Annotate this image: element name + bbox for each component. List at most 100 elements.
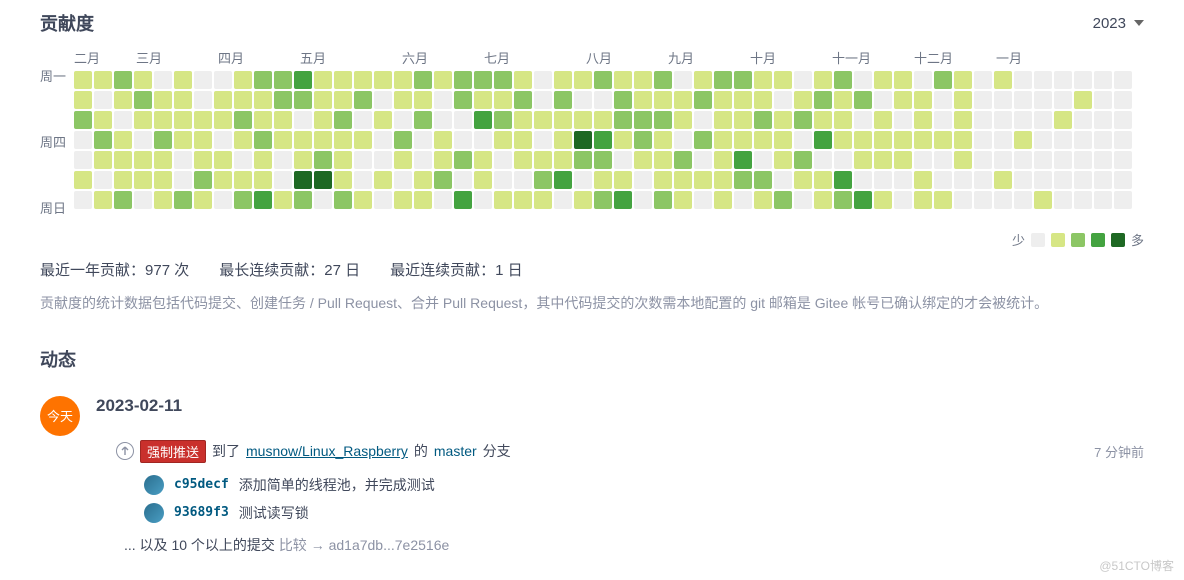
contribution-cell[interactable] <box>1034 171 1052 189</box>
contribution-cell[interactable] <box>534 71 552 89</box>
contribution-cell[interactable] <box>814 71 832 89</box>
contribution-cell[interactable] <box>694 111 712 129</box>
contribution-cell[interactable] <box>714 71 732 89</box>
contribution-cell[interactable] <box>1054 131 1072 149</box>
contribution-cell[interactable] <box>314 131 332 149</box>
contribution-cell[interactable] <box>354 111 372 129</box>
contribution-cell[interactable] <box>1054 111 1072 129</box>
contribution-cell[interactable] <box>794 191 812 209</box>
contribution-cell[interactable] <box>854 71 872 89</box>
contribution-cell[interactable] <box>414 71 432 89</box>
contribution-cell[interactable] <box>314 71 332 89</box>
contribution-cell[interactable] <box>1014 151 1032 169</box>
contribution-cell[interactable] <box>934 171 952 189</box>
contribution-cell[interactable] <box>134 71 152 89</box>
contribution-cell[interactable] <box>94 111 112 129</box>
contribution-cell[interactable] <box>174 71 192 89</box>
contribution-cell[interactable] <box>834 191 852 209</box>
contribution-cell[interactable] <box>294 111 312 129</box>
contribution-cell[interactable] <box>254 191 272 209</box>
year-selector[interactable]: 2023 <box>1093 15 1144 32</box>
contribution-cell[interactable] <box>1094 171 1112 189</box>
contribution-cell[interactable] <box>814 111 832 129</box>
contribution-cell[interactable] <box>514 131 532 149</box>
contribution-cell[interactable] <box>154 151 172 169</box>
contribution-cell[interactable] <box>874 191 892 209</box>
contribution-cell[interactable] <box>274 131 292 149</box>
contribution-cell[interactable] <box>1094 91 1112 109</box>
contribution-cell[interactable] <box>74 191 92 209</box>
contribution-cell[interactable] <box>154 131 172 149</box>
contribution-cell[interactable] <box>194 131 212 149</box>
contribution-cell[interactable] <box>794 151 812 169</box>
contribution-cell[interactable] <box>354 91 372 109</box>
contribution-cell[interactable] <box>334 71 352 89</box>
contribution-cell[interactable] <box>634 191 652 209</box>
contribution-cell[interactable] <box>754 171 772 189</box>
contribution-cell[interactable] <box>994 71 1012 89</box>
contribution-cell[interactable] <box>294 71 312 89</box>
contribution-cell[interactable] <box>474 171 492 189</box>
contribution-cell[interactable] <box>574 151 592 169</box>
contribution-cell[interactable] <box>534 131 552 149</box>
contribution-cell[interactable] <box>494 71 512 89</box>
contribution-cell[interactable] <box>294 131 312 149</box>
contribution-cell[interactable] <box>194 171 212 189</box>
commit-hash[interactable]: c95decf <box>174 477 229 492</box>
contribution-cell[interactable] <box>974 71 992 89</box>
contribution-cell[interactable] <box>394 191 412 209</box>
contribution-cell[interactable] <box>554 91 572 109</box>
contribution-cell[interactable] <box>414 111 432 129</box>
contribution-cell[interactable] <box>554 131 572 149</box>
contribution-cell[interactable] <box>654 191 672 209</box>
contribution-cell[interactable] <box>854 171 872 189</box>
contribution-cell[interactable] <box>774 71 792 89</box>
commit-hash[interactable]: 93689f3 <box>174 505 229 520</box>
contribution-cell[interactable] <box>574 71 592 89</box>
contribution-cell[interactable] <box>114 151 132 169</box>
contribution-cell[interactable] <box>1034 91 1052 109</box>
contribution-cell[interactable] <box>754 71 772 89</box>
contribution-cell[interactable] <box>634 131 652 149</box>
contribution-cell[interactable] <box>854 91 872 109</box>
contribution-cell[interactable] <box>494 91 512 109</box>
contribution-cell[interactable] <box>174 131 192 149</box>
contribution-cell[interactable] <box>134 151 152 169</box>
contribution-cell[interactable] <box>994 91 1012 109</box>
contribution-cell[interactable] <box>754 111 772 129</box>
contribution-cell[interactable] <box>874 71 892 89</box>
contribution-cell[interactable] <box>674 71 692 89</box>
contribution-cell[interactable] <box>774 131 792 149</box>
contribution-cell[interactable] <box>594 71 612 89</box>
contribution-cell[interactable] <box>374 171 392 189</box>
contribution-cell[interactable] <box>754 151 772 169</box>
contribution-cell[interactable] <box>694 151 712 169</box>
contribution-cell[interactable] <box>114 131 132 149</box>
contribution-cell[interactable] <box>294 91 312 109</box>
contribution-cell[interactable] <box>814 151 832 169</box>
contribution-cell[interactable] <box>694 131 712 149</box>
contribution-cell[interactable] <box>634 71 652 89</box>
contribution-cell[interactable] <box>774 171 792 189</box>
contribution-cell[interactable] <box>594 171 612 189</box>
contribution-cell[interactable] <box>614 171 632 189</box>
contribution-cell[interactable] <box>174 191 192 209</box>
contribution-cell[interactable] <box>94 151 112 169</box>
contribution-cell[interactable] <box>1034 111 1052 129</box>
contribution-cell[interactable] <box>1094 71 1112 89</box>
contribution-cell[interactable] <box>1074 91 1092 109</box>
contribution-cell[interactable] <box>574 91 592 109</box>
contribution-cell[interactable] <box>634 111 652 129</box>
contribution-cell[interactable] <box>434 71 452 89</box>
contribution-cell[interactable] <box>434 111 452 129</box>
contribution-cell[interactable] <box>154 191 172 209</box>
contribution-cell[interactable] <box>174 111 192 129</box>
contribution-cell[interactable] <box>454 131 472 149</box>
contribution-cell[interactable] <box>434 151 452 169</box>
contribution-cell[interactable] <box>74 171 92 189</box>
contribution-cell[interactable] <box>914 111 932 129</box>
contribution-cell[interactable] <box>674 171 692 189</box>
contribution-cell[interactable] <box>614 131 632 149</box>
contribution-cell[interactable] <box>194 71 212 89</box>
contribution-cell[interactable] <box>214 151 232 169</box>
